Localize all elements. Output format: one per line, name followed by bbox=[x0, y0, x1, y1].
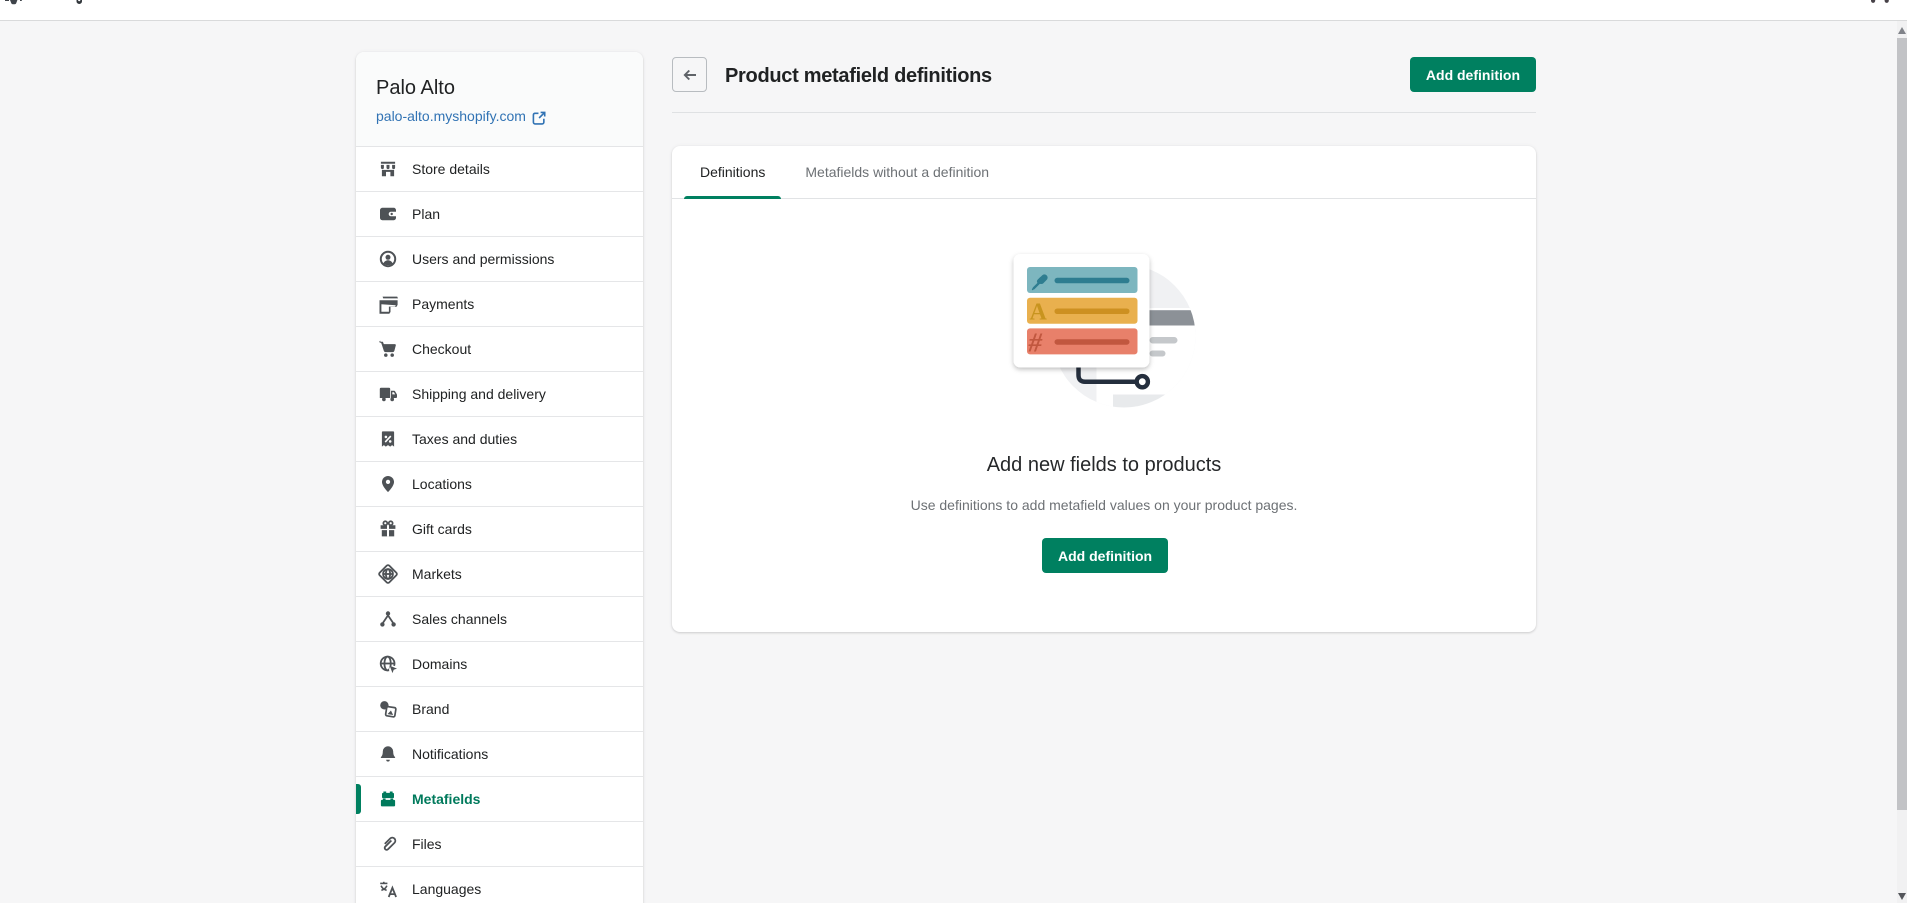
svg-text:A: A bbox=[1030, 300, 1048, 326]
svg-text:#: # bbox=[1028, 328, 1043, 358]
